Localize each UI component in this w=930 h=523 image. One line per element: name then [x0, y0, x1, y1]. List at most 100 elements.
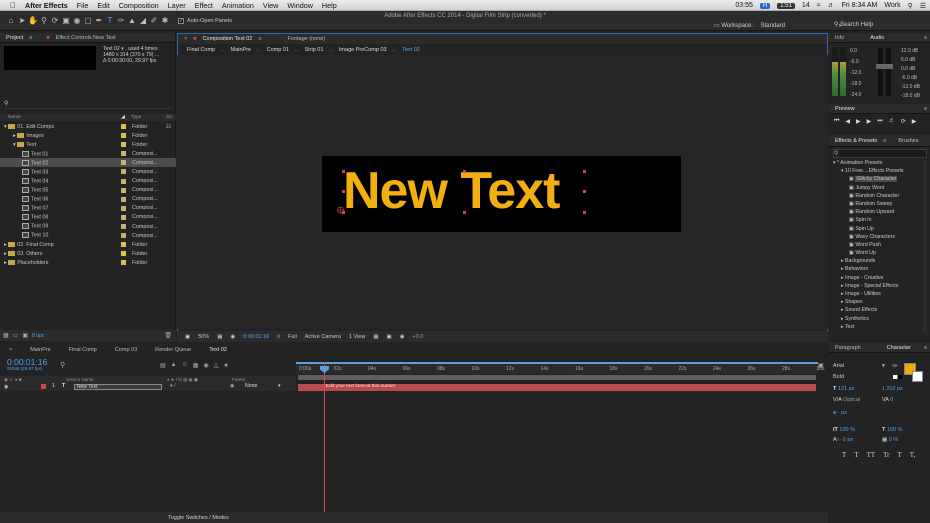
grid-icon[interactable]: ▦	[373, 334, 378, 340]
leading-value[interactable]: 202 px	[886, 386, 903, 392]
camera-value[interactable]: Active Camera	[305, 334, 341, 340]
type-style-button[interactable]: TT	[867, 451, 876, 459]
brush-tool-icon[interactable]: ✑	[116, 16, 126, 26]
character-menu-icon[interactable]: ≡	[924, 345, 927, 351]
vscale-field[interactable]: IT 100 %	[833, 427, 855, 433]
project-item[interactable]: Text 01 Composi...	[0, 149, 176, 158]
effects-search[interactable]: ⚲	[833, 149, 927, 158]
project-item[interactable]: ▾ Text Folder	[0, 140, 176, 149]
rotate-tool-icon[interactable]: ⟳	[50, 16, 60, 26]
audio-menu-icon[interactable]: ≡	[924, 35, 927, 41]
slider-knob-2[interactable]	[884, 64, 893, 69]
search-help[interactable]: ⚲ Search Help	[834, 21, 873, 28]
graph-editor-icon[interactable]: △	[214, 362, 219, 369]
effects-item[interactable]: ▾ * Animation Presets	[833, 160, 925, 168]
apple-icon[interactable]: 	[10, 1, 16, 10]
type-style-button[interactable]: T	[898, 451, 902, 459]
timeline-close-icon[interactable]: ×	[0, 347, 21, 353]
toggle-switches-button[interactable]: Toggle Switches / Modes	[168, 515, 229, 521]
project-item[interactable]: Text 03 Composi...	[0, 167, 176, 176]
effects-item[interactable]: ▸ Text	[833, 324, 925, 332]
label-color[interactable]	[121, 233, 126, 239]
vscale-value[interactable]: 100 %	[839, 427, 855, 433]
volume-icon[interactable]: ♬	[828, 2, 835, 9]
flowchart-icon[interactable]: ☷	[166, 124, 171, 130]
project-item[interactable]: ▸ Images Folder	[0, 131, 176, 140]
wifi-icon[interactable]: ≈	[817, 2, 821, 9]
draft-3d-icon[interactable]: ▲	[171, 362, 177, 369]
canvas-text[interactable]: New Text	[343, 160, 560, 222]
next-frame-icon[interactable]: ▶	[867, 118, 872, 125]
comp-menu-icon[interactable]: ≡	[258, 36, 261, 42]
effects-item[interactable]: ▣ Jumpy Word	[833, 185, 925, 193]
ram-preview-icon[interactable]: ▶	[912, 118, 917, 125]
resolution-value[interactable]: Full	[288, 334, 297, 340]
zoom-value[interactable]: 50%	[198, 334, 209, 340]
layer-name[interactable]: New Text	[74, 384, 162, 390]
audio-slider-2[interactable]	[886, 48, 891, 96]
project-item[interactable]: Text 06 Composi...	[0, 195, 176, 204]
preview-title[interactable]: Preview	[829, 106, 861, 112]
views-value[interactable]: 1 View	[349, 334, 365, 340]
project-item[interactable]: Text 04 Composi...	[0, 177, 176, 186]
zoom-tool-icon[interactable]: ⚲	[39, 16, 49, 26]
leading-field[interactable]: ↕ 202 px	[882, 386, 903, 392]
effects-item[interactable]: ▸ Sound Effects	[833, 307, 925, 315]
tab-effect-controls[interactable]: Effect Controls New Text	[50, 35, 122, 41]
trash-icon[interactable]: 🗑	[164, 332, 172, 339]
eyedropper-icon[interactable]: ✑	[892, 362, 898, 370]
roto-tool-icon[interactable]: ✐	[149, 16, 159, 26]
effects-item[interactable]: ▣ Word Push	[833, 242, 925, 250]
workspace-value[interactable]: Standard	[761, 23, 785, 29]
tab-text-02[interactable]: Text 02	[200, 347, 236, 353]
label-color[interactable]	[121, 260, 126, 266]
brainstorm-icon[interactable]: ★	[223, 362, 228, 369]
project-item[interactable]: ▸ 03. Others Folder	[0, 249, 176, 258]
label-color[interactable]	[121, 160, 126, 166]
font-family[interactable]: Arial	[833, 363, 844, 369]
audio-icon[interactable]: ♬	[889, 118, 895, 125]
menu-file[interactable]: File	[77, 1, 89, 10]
effects-item[interactable]: ▣ Glitchy Character	[833, 176, 925, 184]
handle-mr[interactable]	[583, 190, 586, 193]
clone-tool-icon[interactable]: ▲	[127, 16, 137, 26]
project-item[interactable]: Text 09 Composi...	[0, 222, 176, 231]
font-size-field[interactable]: T 121 px	[833, 386, 854, 392]
menu-composition[interactable]: Composition	[119, 1, 159, 10]
bpc-button[interactable]: 8 bpc	[32, 333, 44, 339]
col-size[interactable]: Siz	[166, 115, 173, 120]
eraser-tool-icon[interactable]: ◢	[138, 16, 148, 26]
app-menu[interactable]: After Effects	[25, 1, 68, 10]
color-icon[interactable]: ◊	[277, 334, 280, 340]
handle-tr[interactable]	[583, 170, 586, 173]
pan-behind-icon[interactable]: ◉	[72, 16, 82, 26]
stroke-width-field[interactable]: ≡ - px	[833, 410, 847, 416]
last-frame-icon[interactable]: ⏭	[877, 118, 882, 125]
hscale-field[interactable]: T 100 %	[882, 427, 903, 433]
label-color[interactable]	[121, 224, 126, 230]
pickwhip-icon[interactable]: ◉	[230, 383, 235, 389]
zoom-slider[interactable]	[296, 362, 818, 364]
search-help-label[interactable]: Search Help	[840, 22, 873, 28]
tab-footage[interactable]: Footage (none)	[282, 36, 332, 42]
comp-button-icon[interactable]: ▣	[818, 362, 828, 374]
col-name[interactable]: Name	[8, 115, 21, 120]
project-search[interactable]: ⚲	[4, 100, 172, 109]
exposure-value[interactable]: +0.0	[413, 334, 424, 340]
tab-render-queue[interactable]: Render Queue	[146, 347, 200, 353]
tracking-field[interactable]: VA 0	[882, 397, 893, 403]
camera-tool-icon[interactable]: ▣	[61, 16, 71, 26]
effects-item[interactable]: ▾ 10 Free....Effects Presets	[833, 168, 925, 176]
tab-audio[interactable]: Audio	[864, 35, 890, 41]
effects-item[interactable]: ▸ Synthetics	[833, 316, 925, 324]
breadcrumb-item[interactable]: Comp 01	[262, 47, 294, 53]
tab-comp-03[interactable]: Comp 03	[106, 347, 146, 353]
font-chevron-icon[interactable]: ▾	[882, 363, 885, 369]
mask-tool-icon[interactable]: ▢	[83, 16, 93, 26]
col-parent[interactable]: Parent	[232, 377, 245, 382]
kerning-value[interactable]: Optical	[843, 397, 860, 403]
handle-br[interactable]	[583, 211, 586, 214]
project-item[interactable]: Text 10 Composi...	[0, 231, 176, 240]
pen-tool-icon[interactable]: ✒	[94, 16, 104, 26]
parent-value[interactable]: None	[245, 383, 257, 389]
